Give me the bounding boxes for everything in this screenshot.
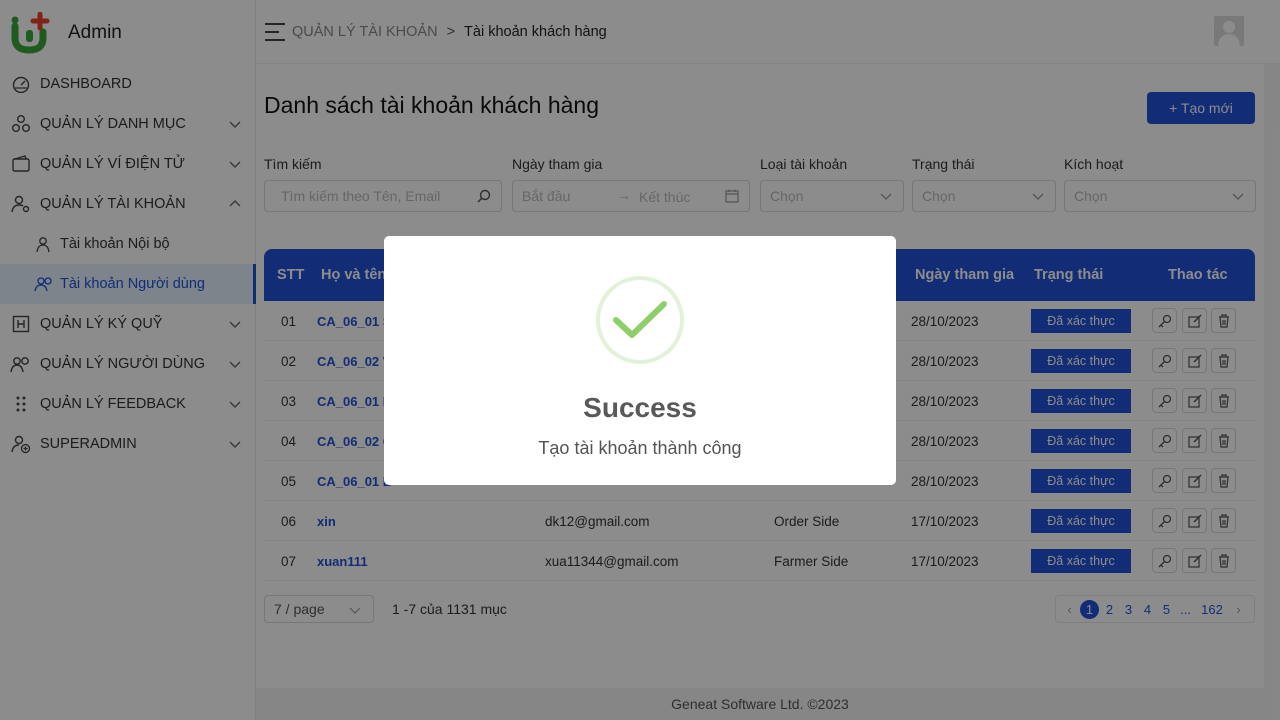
check-icon — [596, 276, 684, 364]
modal-message: Tạo tài khoản thành công — [538, 438, 742, 458]
success-modal: Success Tạo tài khoản thành công — [384, 236, 896, 485]
modal-title: Success — [583, 392, 697, 423]
